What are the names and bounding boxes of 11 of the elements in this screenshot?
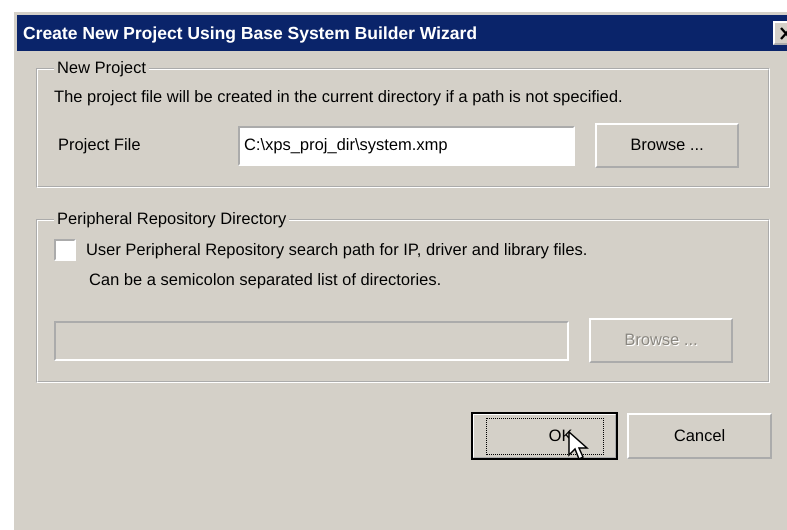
field-label: Project File (57, 136, 142, 155)
browse-button[interactable]: Browse ... (595, 123, 739, 168)
group-title: Peripheral Repository Directory (56, 210, 288, 229)
hint-text: Can be a semicolon separated list of directories. (89, 271, 442, 290)
window-title: Create New Project Using Base System Builder Wizard (23, 22, 478, 44)
checkbox[interactable] (54, 239, 76, 261)
dialog-button[interactable]: Cancel (627, 413, 772, 459)
hint-text: The project file will be created in the current directory if a path is not specified. (54, 88, 624, 107)
checkbox-label[interactable]: User Peripheral Repository search path for IP, driver and library files. (86, 240, 588, 260)
group-title: New Project (56, 59, 147, 78)
input-field[interactable]: C:\xps_proj_dir\system.xmp (238, 126, 575, 166)
